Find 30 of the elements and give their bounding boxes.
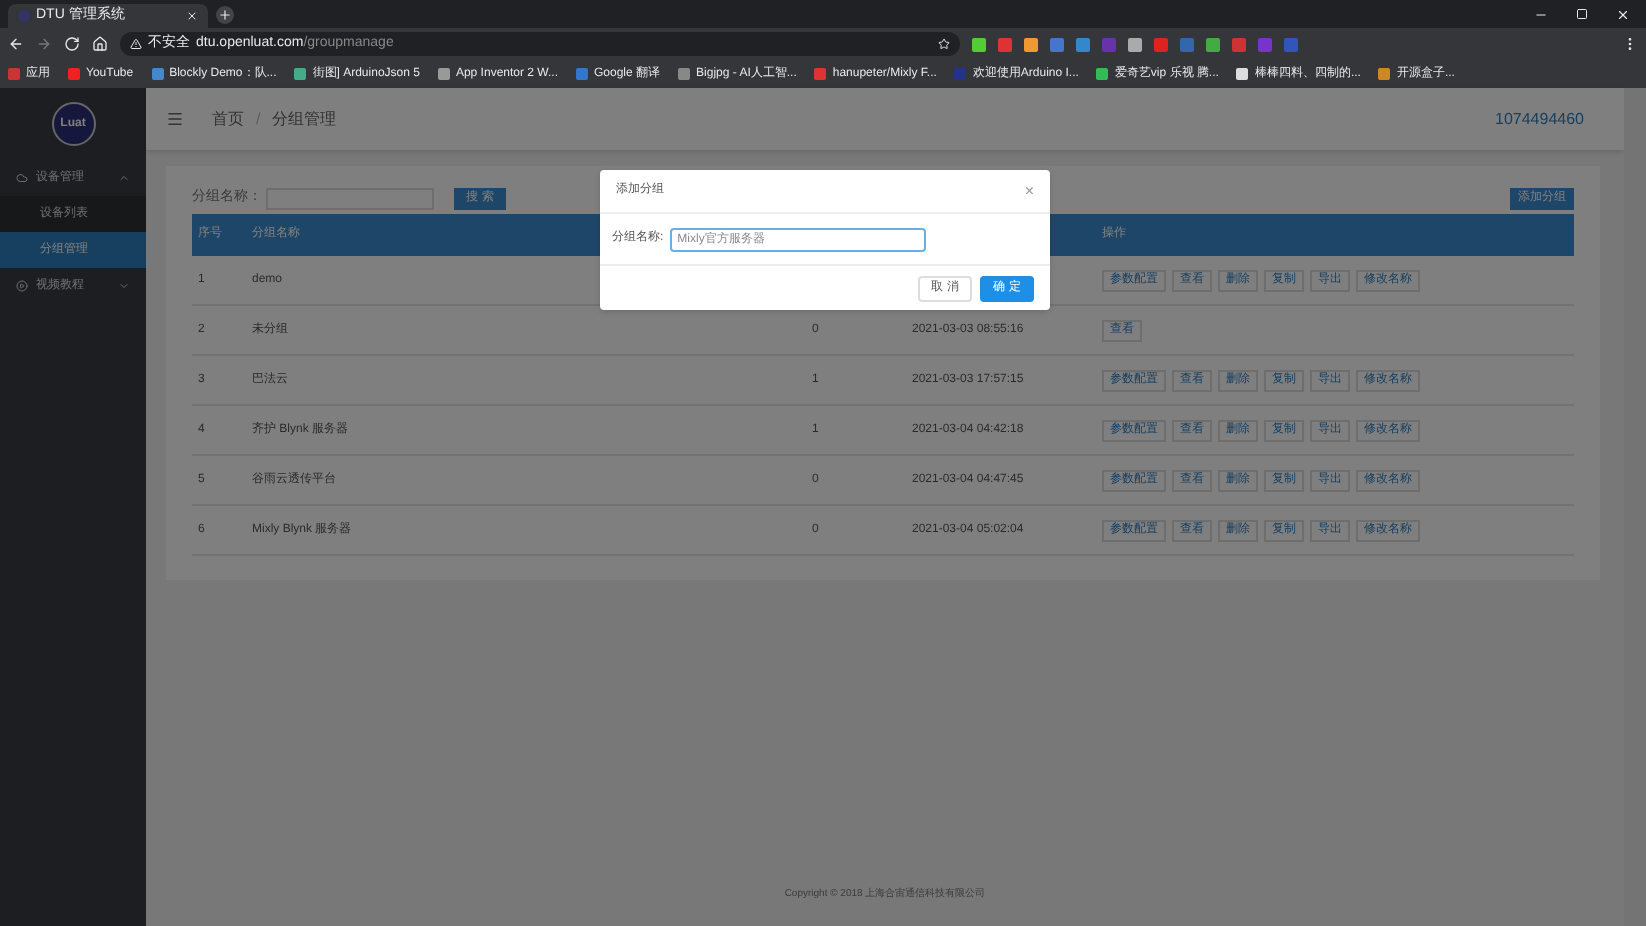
breadcrumb-current: 分组管理: [272, 107, 337, 131]
bookmark-favicon-icon: [1236, 68, 1249, 80]
close-button[interactable]: ×: [1024, 183, 1034, 199]
warning-icon: [130, 38, 142, 50]
bookmark-favicon-icon: [8, 68, 20, 80]
new-tab-icon[interactable]: [216, 5, 234, 23]
breadcrumb-link[interactable]: 首页: [212, 107, 244, 131]
bookmark-favicon-icon: [576, 68, 588, 80]
bookmark-favicon-icon: [294, 68, 307, 80]
close-window-icon[interactable]: [1616, 7, 1630, 21]
bookmark-favicon-icon: [151, 68, 164, 80]
forward-icon[interactable]: [36, 36, 52, 52]
bookmark-favicon-icon: [1096, 68, 1109, 80]
bookmark-favicon-icon: [678, 68, 691, 80]
cloud-icon: [16, 172, 28, 184]
home-icon[interactable]: [92, 36, 108, 52]
breadcrumb-separator: /: [256, 107, 261, 131]
bookmark-star-icon[interactable]: [938, 38, 950, 50]
bookmark-favicon-icon: [1378, 68, 1391, 80]
tab-favicon-icon: [18, 10, 30, 22]
reload-icon[interactable]: [64, 36, 80, 52]
video-icon: [16, 280, 28, 292]
bookmark-favicon-icon: [954, 68, 967, 80]
user-name[interactable]: 1074494460: [1495, 107, 1584, 131]
bookmark-favicon-icon: [68, 68, 80, 80]
maximize-icon[interactable]: [1576, 8, 1588, 20]
back-icon[interactable]: [8, 36, 24, 52]
bookmark-favicon-icon: [437, 68, 450, 80]
close-tab-icon[interactable]: [186, 10, 198, 22]
bookmark-favicon-icon: [814, 68, 827, 80]
